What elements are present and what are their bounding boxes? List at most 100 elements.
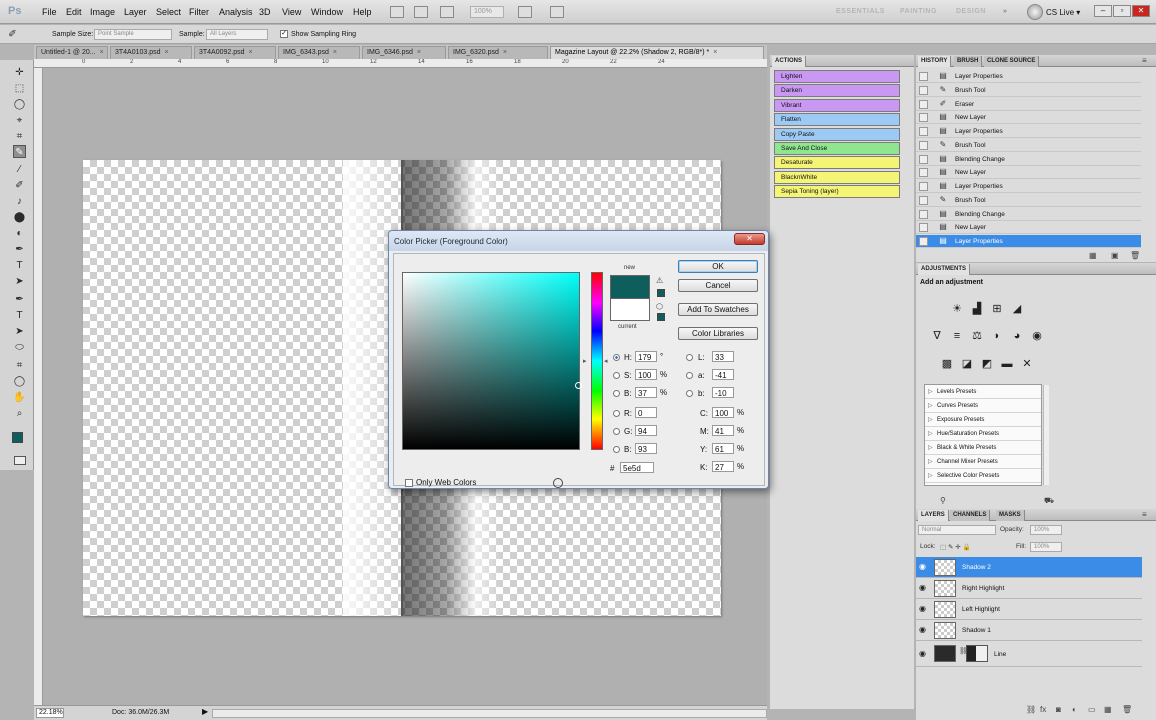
selective-color-icon[interactable]: ✕ (1020, 357, 1034, 371)
curves-icon[interactable]: ⊞ (990, 302, 1004, 316)
only-web-colors-checkbox[interactable] (405, 479, 413, 487)
tab-layers[interactable]: LAYERS (918, 510, 949, 521)
arrange-documents-icon[interactable] (518, 6, 532, 18)
gradient-tool-icon[interactable]: ✒ (13, 243, 26, 256)
history-source-checkbox[interactable] (919, 168, 928, 178)
history-state-row[interactable]: ▤ Layer Properties (916, 180, 1141, 193)
close-icon[interactable]: × (249, 49, 253, 56)
horizontal-scrollbar[interactable] (212, 709, 767, 718)
trash-icon[interactable]: 🗑 (1122, 705, 1132, 714)
tab-img-6343[interactable]: IMG_6343.psd × (278, 46, 360, 59)
quick-selection-tool-icon[interactable]: ⌖ (13, 114, 26, 127)
history-source-checkbox[interactable] (919, 140, 928, 150)
tab-3t4a0103[interactable]: 3T4A0103.psd × (110, 46, 192, 59)
history-source-checkbox[interactable] (919, 85, 928, 95)
b-channel-input[interactable]: -10 (712, 387, 734, 398)
history-state-row[interactable]: ▤ Blending Change (916, 208, 1141, 221)
presets-scrollbar[interactable] (1043, 385, 1049, 485)
layer-row-right-highlight[interactable]: ◉ Right Highlight (916, 578, 1142, 599)
adjustment-search-icon[interactable]: ⚲ (940, 496, 946, 505)
hue-radio[interactable] (613, 354, 620, 361)
preset-channel-mixer[interactable]: ▷ Channel Mixer Presets (925, 455, 1041, 469)
hand-tool-icon[interactable]: ✋ (13, 391, 26, 404)
layer-mask-thumbnail[interactable] (966, 645, 988, 662)
layer-row-left-highlight[interactable]: ◉ Left Highlight (916, 599, 1142, 620)
color-field[interactable] (402, 272, 580, 450)
black-input[interactable]: 27 (712, 461, 734, 472)
color-field-marker[interactable] (575, 382, 582, 389)
brightness-contrast-icon[interactable]: ☀ (950, 302, 964, 316)
zoom-tool-icon[interactable]: ⌕ (13, 407, 26, 420)
disclosure-triangle-icon[interactable]: ▷ (928, 430, 933, 437)
action-button[interactable]: Flatten (774, 113, 900, 127)
foreground-color-swatch[interactable] (12, 432, 23, 443)
history-state-row[interactable]: ✎ Brush Tool (916, 139, 1141, 152)
window-close-button[interactable]: ✕ (1132, 5, 1150, 17)
green-input[interactable]: 94 (635, 425, 657, 436)
healing-brush-tool-icon[interactable]: ⁄ (13, 163, 26, 176)
panel-menu-icon[interactable]: ≡ (1142, 510, 1147, 519)
tab-channels[interactable]: CHANNELS (950, 510, 991, 521)
red-radio[interactable] (613, 410, 620, 417)
lightness-radio[interactable] (686, 354, 693, 361)
eyedropper-preset-icon[interactable]: ✐ (6, 28, 19, 41)
preset-black-white[interactable]: ▷ Black & White Presets (925, 441, 1041, 455)
dialog-titlebar[interactable]: Color Picker (Foreground Color) ✕ (389, 231, 768, 251)
close-icon[interactable]: × (713, 49, 717, 56)
b-channel-radio[interactable] (686, 390, 693, 397)
history-source-checkbox[interactable] (919, 154, 928, 164)
lock-icons[interactable]: ⬚ ✎ ✛ 🔒 (940, 543, 971, 551)
marquee-tool-icon[interactable]: ⬚ (13, 82, 26, 95)
eye-icon[interactable]: ◉ (919, 562, 926, 571)
cs-live-menu[interactable]: CS Live ▾ (1046, 8, 1080, 17)
crop-tool-icon[interactable]: ⌗ (13, 130, 26, 143)
eyedropper-tool-icon[interactable]: ✎ (13, 145, 26, 158)
shape-tool-icon[interactable]: ⬭ (13, 341, 26, 354)
saturation-radio[interactable] (613, 372, 620, 379)
disclosure-triangle-icon[interactable]: ▷ (928, 444, 933, 451)
invert-icon[interactable]: ▩ (940, 357, 954, 371)
action-button[interactable]: Desaturate (774, 156, 900, 170)
3d-rotate-tool-icon[interactable]: ⌗ (13, 359, 26, 372)
launch-bridge-icon[interactable] (390, 6, 404, 18)
sample-size-select[interactable]: Point Sample (94, 29, 172, 40)
color-balance-icon[interactable]: ⚖ (970, 329, 984, 343)
history-state-row[interactable]: ✎ Brush Tool (916, 194, 1141, 207)
action-button[interactable]: Copy Paste (774, 127, 900, 141)
menu-select[interactable]: Select (156, 7, 181, 17)
menu-edit[interactable]: Edit (66, 7, 82, 17)
threshold-icon[interactable]: ◩ (980, 357, 994, 371)
new-adjustment-layer-icon[interactable]: ◐ (1072, 705, 1077, 714)
eye-icon[interactable]: ◉ (919, 583, 926, 592)
history-source-checkbox[interactable] (919, 195, 928, 205)
dodge-tool-icon[interactable]: ➤ (13, 275, 26, 288)
blue-input[interactable]: 93 (635, 443, 657, 454)
current-color-swatch[interactable] (610, 298, 650, 321)
panel-menu-icon[interactable]: ≡ (1142, 56, 1147, 65)
lightness-input[interactable]: 33 (712, 351, 734, 362)
vibrance-icon[interactable]: ∇ (930, 329, 944, 343)
preset-hue-saturation[interactable]: ▷ Hue/Saturation Presets (925, 427, 1041, 441)
path-selection-tool-icon[interactable]: ➤ (13, 325, 26, 338)
tab-adjustments[interactable]: ADJUSTMENTS (918, 264, 971, 275)
action-button[interactable]: Lighten (774, 70, 900, 83)
photo-filter-icon[interactable]: ◕ (1010, 329, 1024, 343)
tab-untitled-1[interactable]: Untitled-1 @ 20... × (36, 46, 108, 59)
history-source-checkbox[interactable] (919, 223, 928, 233)
menu-filter[interactable]: Filter (189, 7, 209, 17)
add-to-swatches-button[interactable]: Add To Swatches (678, 303, 758, 316)
mini-bridge-icon[interactable] (414, 6, 428, 18)
close-icon[interactable]: × (100, 49, 104, 56)
layer-row-shadow-1[interactable]: ◉ Shadow 1 (916, 620, 1142, 641)
adjustment-clip-icon[interactable]: ⛟ (1044, 496, 1054, 506)
magenta-input[interactable]: 41 (712, 425, 734, 436)
sample-layers-select[interactable]: All Layers (206, 29, 268, 40)
preset-exposure[interactable]: ▷ Exposure Presets (925, 413, 1041, 427)
tab-magazine-layout[interactable]: Magazine Layout @ 22.2% (Shadow 2, RGB/8… (550, 46, 764, 59)
link-layers-icon[interactable]: ⛓ (1026, 705, 1036, 714)
preset-curves[interactable]: ▷ Curves Presets (925, 399, 1041, 413)
workspace-more[interactable]: » (1003, 8, 1007, 15)
hue-slider-right-arrow-icon[interactable]: ◂ (604, 357, 608, 365)
type-tool-icon[interactable]: T (13, 309, 26, 322)
history-state-row[interactable]: ▤ Layer Properties (916, 70, 1141, 83)
